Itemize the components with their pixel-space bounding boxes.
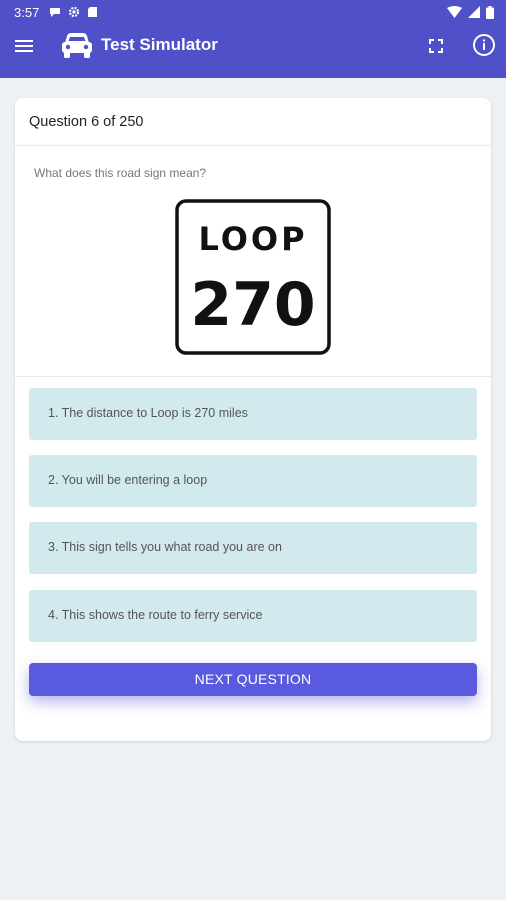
app-title: Test Simulator (101, 35, 218, 54)
app-bar: 3:57 Test Simulator (0, 0, 506, 78)
menu-icon[interactable] (12, 34, 36, 58)
wifi-icon (447, 6, 462, 18)
car-logo-icon (62, 33, 92, 58)
status-time: 3:57 (14, 4, 40, 20)
road-sign-image: LOOP 270 (175, 199, 331, 355)
answer-option-1[interactable]: 1. The distance to Loop is 270 miles (29, 388, 477, 440)
question-text: What does this road sign mean? (34, 166, 207, 180)
fullscreen-icon[interactable] (424, 34, 448, 58)
sign-line-1: LOOP (198, 220, 307, 258)
status-bar: 3:57 (0, 0, 506, 24)
answer-option-3[interactable]: 3. This sign tells you what road you are… (29, 522, 477, 574)
signal-icon (468, 6, 480, 18)
sign-line-2: 270 (190, 270, 315, 340)
question-progress: Question 6 of 250 (15, 98, 491, 146)
sd-card-icon (88, 7, 98, 17)
battery-icon (486, 5, 494, 19)
answer-option-4[interactable]: 4. This shows the route to ferry service (29, 590, 477, 642)
answer-option-2[interactable]: 2. You will be entering a loop (29, 455, 477, 507)
divider (15, 376, 491, 377)
info-icon[interactable] (471, 32, 497, 58)
chat-notification-icon (50, 8, 61, 17)
question-card: Question 6 of 250 What does this road si… (15, 98, 491, 741)
next-question-button[interactable]: NEXT QUESTION (29, 663, 477, 696)
toolbar: Test Simulator (0, 24, 506, 68)
settings-notification-icon (69, 6, 80, 18)
